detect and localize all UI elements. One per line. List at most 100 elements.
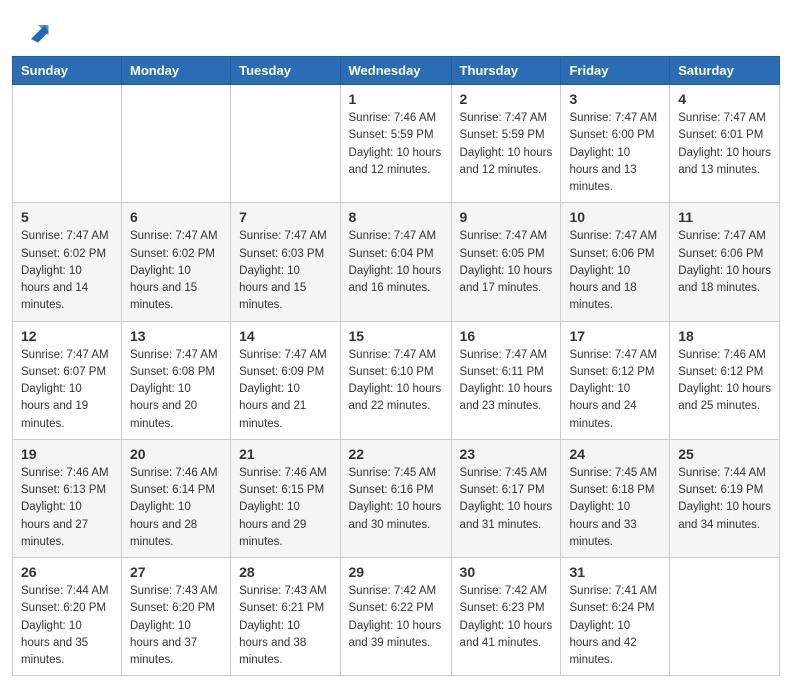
calendar-day-header: Tuesday <box>231 57 340 85</box>
calendar-cell: 2Sunrise: 7:47 AM Sunset: 5:59 PM Daylig… <box>451 85 561 203</box>
day-info: Sunrise: 7:47 AM Sunset: 6:08 PM Dayligh… <box>130 347 222 433</box>
calendar-week-row: 1 Sunrise: 7:46 AM Sunset: 5:59 PM Daylig… <box>13 85 780 203</box>
day-number: 29 <box>349 564 443 580</box>
day-number: 5 <box>21 209 113 225</box>
calendar-week-row: 12 Sunrise: 7:47 AM Sunset: 6:07 PM Dayli… <box>13 321 780 439</box>
day-info: Sunrise: 7:47 AM Sunset: 6:05 PM Dayligh… <box>460 228 553 297</box>
page-header <box>0 0 792 56</box>
day-number: 11 <box>678 209 771 225</box>
day-info: Sunrise: 7:47 AM Sunset: 6:00 PM Dayligh… <box>569 110 661 196</box>
calendar-cell: 22Sunrise: 7:45 AM Sunset: 6:16 PM Dayli… <box>340 439 451 557</box>
day-info: Sunrise: 7:43 AM Sunset: 6:20 PM Dayligh… <box>130 583 222 669</box>
day-info: Sunrise: 7:47 AM Sunset: 6:06 PM Dayligh… <box>678 228 771 297</box>
day-info: Sunrise: 7:43 AM Sunset: 6:21 PM Dayligh… <box>239 583 331 669</box>
day-number: 13 <box>130 328 222 344</box>
calendar-cell: 10 Sunrise: 7:47 AM Sunset: 6:06 PM Dayli… <box>561 203 670 321</box>
calendar-cell: 4 Sunrise: 7:47 AM Sunset: 6:01 PM Daylig… <box>670 85 780 203</box>
day-info: Sunrise: 7:46 AM Sunset: 5:59 PM Dayligh… <box>349 110 443 179</box>
day-info: Sunrise: 7:47 AM Sunset: 6:07 PM Dayligh… <box>21 347 113 433</box>
day-info: Sunrise: 7:42 AM Sunset: 6:23 PM Dayligh… <box>460 583 553 652</box>
calendar-cell: 23 Sunrise: 7:45 AM Sunset: 6:17 PM Dayli… <box>451 439 561 557</box>
calendar-cell: 12 Sunrise: 7:47 AM Sunset: 6:07 PM Dayli… <box>13 321 122 439</box>
calendar-cell: 1 Sunrise: 7:46 AM Sunset: 5:59 PM Daylig… <box>340 85 451 203</box>
calendar-header-row: SundayMondayTuesdayWednesdayThursdayFrid… <box>13 57 780 85</box>
calendar-cell: 15Sunrise: 7:47 AM Sunset: 6:10 PM Dayli… <box>340 321 451 439</box>
day-info: Sunrise: 7:44 AM Sunset: 6:19 PM Dayligh… <box>678 465 771 534</box>
day-info: Sunrise: 7:42 AM Sunset: 6:22 PM Dayligh… <box>349 583 443 652</box>
calendar-cell: 27 Sunrise: 7:43 AM Sunset: 6:20 PM Dayli… <box>121 558 230 676</box>
calendar-day-header: Friday <box>561 57 670 85</box>
day-number: 4 <box>678 91 771 107</box>
calendar-day-header: Thursday <box>451 57 561 85</box>
day-info: Sunrise: 7:47 AM Sunset: 6:03 PM Dayligh… <box>239 228 331 314</box>
day-info: Sunrise: 7:47 AM Sunset: 6:11 PM Dayligh… <box>460 347 553 416</box>
day-number: 23 <box>460 446 553 462</box>
day-number: 10 <box>569 209 661 225</box>
day-number: 8 <box>349 209 443 225</box>
calendar-cell: 25 Sunrise: 7:44 AM Sunset: 6:19 PM Dayli… <box>670 439 780 557</box>
calendar-cell: 9 Sunrise: 7:47 AM Sunset: 6:05 PM Daylig… <box>451 203 561 321</box>
calendar-cell: 6 Sunrise: 7:47 AM Sunset: 6:02 PM Daylig… <box>121 203 230 321</box>
day-number: 25 <box>678 446 771 462</box>
logo <box>24 18 56 46</box>
calendar-cell: 26 Sunrise: 7:44 AM Sunset: 6:20 PM Dayli… <box>13 558 122 676</box>
calendar-cell: 8 Sunrise: 7:47 AM Sunset: 6:04 PM Daylig… <box>340 203 451 321</box>
calendar-day-header: Sunday <box>13 57 122 85</box>
day-number: 9 <box>460 209 553 225</box>
day-info: Sunrise: 7:45 AM Sunset: 6:16 PM Dayligh… <box>349 465 443 534</box>
calendar-cell: 7 Sunrise: 7:47 AM Sunset: 6:03 PM Daylig… <box>231 203 340 321</box>
day-number: 16 <box>460 328 553 344</box>
day-number: 31 <box>569 564 661 580</box>
day-number: 1 <box>349 91 443 107</box>
calendar-cell <box>13 85 122 203</box>
day-number: 7 <box>239 209 331 225</box>
calendar-cell: 5Sunrise: 7:47 AM Sunset: 6:02 PM Daylig… <box>13 203 122 321</box>
day-info: Sunrise: 7:45 AM Sunset: 6:17 PM Dayligh… <box>460 465 553 534</box>
day-info: Sunrise: 7:46 AM Sunset: 6:12 PM Dayligh… <box>678 347 771 416</box>
day-number: 26 <box>21 564 113 580</box>
day-info: Sunrise: 7:47 AM Sunset: 6:02 PM Dayligh… <box>130 228 222 314</box>
calendar-cell: 18 Sunrise: 7:46 AM Sunset: 6:12 PM Dayli… <box>670 321 780 439</box>
day-info: Sunrise: 7:46 AM Sunset: 6:13 PM Dayligh… <box>21 465 113 551</box>
day-number: 17 <box>569 328 661 344</box>
calendar-cell: 21 Sunrise: 7:46 AM Sunset: 6:15 PM Dayli… <box>231 439 340 557</box>
calendar-day-header: Monday <box>121 57 230 85</box>
calendar-day-header: Wednesday <box>340 57 451 85</box>
day-info: Sunrise: 7:46 AM Sunset: 6:15 PM Dayligh… <box>239 465 331 551</box>
day-info: Sunrise: 7:47 AM Sunset: 6:12 PM Dayligh… <box>569 347 661 433</box>
calendar-week-row: 26 Sunrise: 7:44 AM Sunset: 6:20 PM Dayli… <box>13 558 780 676</box>
day-info: Sunrise: 7:46 AM Sunset: 6:14 PM Dayligh… <box>130 465 222 551</box>
calendar-cell: 17 Sunrise: 7:47 AM Sunset: 6:12 PM Dayli… <box>561 321 670 439</box>
day-info: Sunrise: 7:47 AM Sunset: 6:10 PM Dayligh… <box>349 347 443 416</box>
day-number: 20 <box>130 446 222 462</box>
calendar-cell <box>121 85 230 203</box>
day-number: 27 <box>130 564 222 580</box>
calendar-cell: 20 Sunrise: 7:46 AM Sunset: 6:14 PM Dayli… <box>121 439 230 557</box>
calendar-wrapper: SundayMondayTuesdayWednesdayThursdayFrid… <box>0 56 792 688</box>
calendar-cell: 29 Sunrise: 7:42 AM Sunset: 6:22 PM Dayli… <box>340 558 451 676</box>
day-info: Sunrise: 7:45 AM Sunset: 6:18 PM Dayligh… <box>569 465 661 551</box>
day-info: Sunrise: 7:47 AM Sunset: 6:09 PM Dayligh… <box>239 347 331 433</box>
day-info: Sunrise: 7:41 AM Sunset: 6:24 PM Dayligh… <box>569 583 661 669</box>
day-info: Sunrise: 7:47 AM Sunset: 6:06 PM Dayligh… <box>569 228 661 314</box>
calendar-cell: 11 Sunrise: 7:47 AM Sunset: 6:06 PM Dayli… <box>670 203 780 321</box>
calendar-cell: 13 Sunrise: 7:47 AM Sunset: 6:08 PM Dayli… <box>121 321 230 439</box>
calendar-table: SundayMondayTuesdayWednesdayThursdayFrid… <box>12 56 780 676</box>
day-number: 21 <box>239 446 331 462</box>
calendar-cell <box>231 85 340 203</box>
day-info: Sunrise: 7:47 AM Sunset: 6:01 PM Dayligh… <box>678 110 771 179</box>
day-number: 24 <box>569 446 661 462</box>
calendar-cell: 19 Sunrise: 7:46 AM Sunset: 6:13 PM Dayli… <box>13 439 122 557</box>
calendar-cell: 28Sunrise: 7:43 AM Sunset: 6:21 PM Dayli… <box>231 558 340 676</box>
calendar-cell: 14Sunrise: 7:47 AM Sunset: 6:09 PM Dayli… <box>231 321 340 439</box>
day-info: Sunrise: 7:44 AM Sunset: 6:20 PM Dayligh… <box>21 583 113 669</box>
day-number: 12 <box>21 328 113 344</box>
day-number: 2 <box>460 91 553 107</box>
day-number: 6 <box>130 209 222 225</box>
calendar-cell: 30Sunrise: 7:42 AM Sunset: 6:23 PM Dayli… <box>451 558 561 676</box>
day-number: 19 <box>21 446 113 462</box>
calendar-cell <box>670 558 780 676</box>
calendar-week-row: 19 Sunrise: 7:46 AM Sunset: 6:13 PM Dayli… <box>13 439 780 557</box>
day-number: 18 <box>678 328 771 344</box>
day-info: Sunrise: 7:47 AM Sunset: 6:04 PM Dayligh… <box>349 228 443 297</box>
